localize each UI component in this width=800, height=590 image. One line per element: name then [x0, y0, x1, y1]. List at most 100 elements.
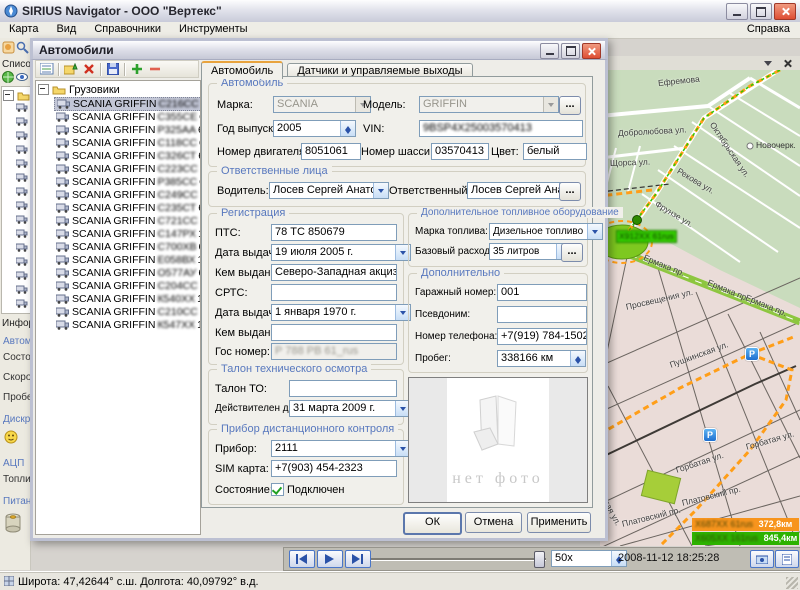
alias-field[interactable]: [497, 306, 587, 323]
save-button[interactable]: [104, 62, 122, 77]
tree-item-vehicle[interactable]: SCANIA GRIFFIN К547ХХ 161rus: [54, 318, 201, 331]
maximize-button[interactable]: [750, 3, 772, 20]
menu-item[interactable]: Справочники: [85, 22, 170, 36]
dialog-close-button[interactable]: [582, 43, 601, 59]
fuel-brand-combo[interactable]: Дизельное топливо: [489, 223, 603, 240]
step-forward-button[interactable]: [345, 550, 371, 568]
mileage-spinner[interactable]: 338166 км: [497, 350, 586, 367]
pts-date-picker[interactable]: 19 июля 2005 г.: [271, 244, 411, 261]
persons-browse-button[interactable]: ...: [559, 182, 581, 201]
add-group-button[interactable]: [128, 62, 146, 77]
show-list-button[interactable]: [38, 62, 56, 77]
parking-icon[interactable]: P: [703, 428, 717, 442]
map-close-icon[interactable]: [784, 59, 792, 67]
add-vehicle-button[interactable]: [62, 62, 80, 77]
background-tree[interactable]: Гр: [1, 86, 31, 314]
chassis-number-field[interactable]: 03570413: [431, 143, 489, 160]
close-button[interactable]: [774, 3, 796, 20]
map-canvas[interactable]: Ефремова Добролюбова ул. Щорса ул. Октяб…: [600, 70, 800, 546]
driver-combo[interactable]: Лосев Сергей Анатоль: [269, 182, 389, 199]
snapshot-button[interactable]: [750, 550, 774, 568]
spinner-arrows-icon[interactable]: [340, 121, 355, 136]
year-spinner[interactable]: 2005: [273, 120, 356, 137]
apply-button[interactable]: Применить: [527, 512, 591, 533]
tree-item-vehicle[interactable]: SCANIA GRIFFIN С147РХ 161rus: [54, 227, 201, 240]
timeline-slider[interactable]: [371, 558, 546, 561]
engine-number-field[interactable]: 8051061: [301, 143, 361, 160]
report-button[interactable]: [775, 550, 799, 568]
tree-item-vehicle[interactable]: SCANIA GRIFFIN Е058ВХ 161rus: [54, 253, 201, 266]
fuel-browse-button[interactable]: ...: [561, 243, 583, 262]
tree-item-vehicle[interactable]: SCANIA GRIFFIN С216СС 61rus: [54, 97, 201, 111]
tree-item-vehicle[interactable]: SCANIA GRIFFIN С700ХВ 61rus: [54, 240, 201, 253]
resize-grip[interactable]: [786, 577, 798, 589]
menu-item[interactable]: Карта: [0, 22, 47, 36]
vehicle-plate-label[interactable]: Х912ХХ 61rus: [616, 230, 677, 243]
chevron-down-icon[interactable]: [587, 224, 602, 239]
tab[interactable]: Автомобиль: [201, 61, 283, 79]
tree-item-vehicle[interactable]: SCANIA GRIFFIN С721СС 61rus: [54, 214, 201, 227]
tree-item-vehicle[interactable]: SCANIA GRIFFIN С204СС 61rus: [54, 279, 201, 292]
timeline-thumb[interactable]: [534, 551, 545, 568]
tree-root[interactable]: Грузовики: [38, 83, 120, 96]
dialog-minimize-button[interactable]: [540, 43, 559, 59]
vehicles-tree[interactable]: Грузовики SCANIA GRIFFIN С216СС 61rus SC…: [35, 80, 201, 535]
expander-icon[interactable]: [38, 84, 49, 95]
srts-field[interactable]: [271, 284, 397, 301]
window-titlebar: SIRIUS Navigator - ООО "Вертекс": [0, 0, 800, 23]
map-collapse-icon[interactable]: [764, 61, 772, 70]
truck-icon: [16, 299, 29, 312]
tree-item-vehicle[interactable]: SCANIA GRIFFIN С118СС 61rus: [54, 136, 201, 149]
tree-item-vehicle[interactable]: SCANIA GRIFFIN Р385СС 61rus: [54, 175, 201, 188]
consumption-spinner[interactable]: 35 литров: [489, 243, 572, 260]
tree-item-vehicle[interactable]: SCANIA GRIFFIN С355СЕ 61rus: [54, 110, 201, 123]
spinner-arrows-icon[interactable]: [570, 351, 585, 366]
pts-issuer-field[interactable]: Северо-Западная акцизная т: [271, 264, 397, 281]
zoom-tool-icon[interactable]: [16, 41, 29, 54]
menu-help[interactable]: Справка: [747, 23, 790, 35]
model-browse-button[interactable]: ...: [559, 96, 581, 115]
tree-item-vehicle[interactable]: SCANIA GRIFFIN С249СС 61rus: [54, 188, 201, 201]
tree-item-vehicle[interactable]: SCANIA GRIFFIN С223СС 61rus: [54, 162, 201, 175]
device-combo[interactable]: 2111: [271, 440, 411, 457]
parking-icon[interactable]: P: [745, 347, 759, 361]
minimize-button[interactable]: [726, 3, 748, 20]
tree-item-vehicle[interactable]: SCANIA GRIFFIN С235СТ 61rus: [54, 201, 201, 214]
tree-item-vehicle[interactable]: SCANIA GRIFFIN С326СТ 61rus: [54, 149, 201, 162]
tree-item-vehicle[interactable]: SCANIA GRIFFIN Р325АА 61rus: [54, 123, 201, 136]
ok-button[interactable]: ОК: [403, 512, 462, 535]
vehicle-photo[interactable]: нет фото: [408, 377, 588, 503]
pan-tool-icon[interactable]: [2, 41, 15, 54]
no-photo-watermark: нет фото: [409, 470, 587, 488]
phone-field[interactable]: +7(919) 784-1502: [497, 328, 587, 345]
dialog-maximize-button[interactable]: [561, 43, 580, 59]
vehicle-group: Автомобиль Марка: SCANIA Модель: GRIFFIN…: [208, 83, 586, 167]
cancel-button[interactable]: Отмена: [465, 512, 522, 533]
eye-icon[interactable]: [16, 71, 29, 84]
garage-number-field[interactable]: 001: [497, 284, 587, 301]
chevron-down-icon[interactable]: [373, 183, 388, 198]
remove-group-button[interactable]: [146, 62, 164, 77]
play-button[interactable]: [317, 550, 343, 568]
connected-checkbox[interactable]: [271, 483, 284, 496]
srts-date-picker[interactable]: 1 января 1970 г.: [271, 304, 411, 321]
speed-spinner[interactable]: 50x: [551, 550, 627, 567]
menu-item[interactable]: Инструменты: [170, 22, 257, 36]
vehicle-marker[interactable]: [633, 216, 642, 225]
step-back-button[interactable]: [289, 550, 315, 568]
menu-item[interactable]: Вид: [47, 22, 85, 36]
pts-field[interactable]: 78 ТС 850679: [271, 224, 397, 241]
playback-timestamp: 2008-11-12 18:25:28: [618, 552, 719, 564]
inspection-valid-picker[interactable]: 31 марта 2009 г.: [289, 400, 411, 417]
inspection-ticket-field[interactable]: [289, 380, 397, 397]
delete-vehicle-button[interactable]: [80, 62, 98, 77]
expander-icon[interactable]: [3, 90, 14, 101]
tree-item-vehicle[interactable]: SCANIA GRIFFIN О577АУ 61rus: [54, 266, 201, 279]
srts-issuer-field[interactable]: [271, 324, 397, 341]
tree-item-vehicle[interactable]: SCANIA GRIFFIN К540ХХ 161rus: [54, 292, 201, 305]
vin-field[interactable]: 9BSP4X25003570413: [419, 120, 583, 137]
sim-card-field[interactable]: +7(903) 454-2323: [271, 460, 397, 477]
tree-item-vehicle[interactable]: SCANIA GRIFFIN С210СС 61rus: [54, 305, 201, 318]
color-field[interactable]: белый: [523, 143, 587, 160]
globe-icon[interactable]: [2, 71, 15, 84]
